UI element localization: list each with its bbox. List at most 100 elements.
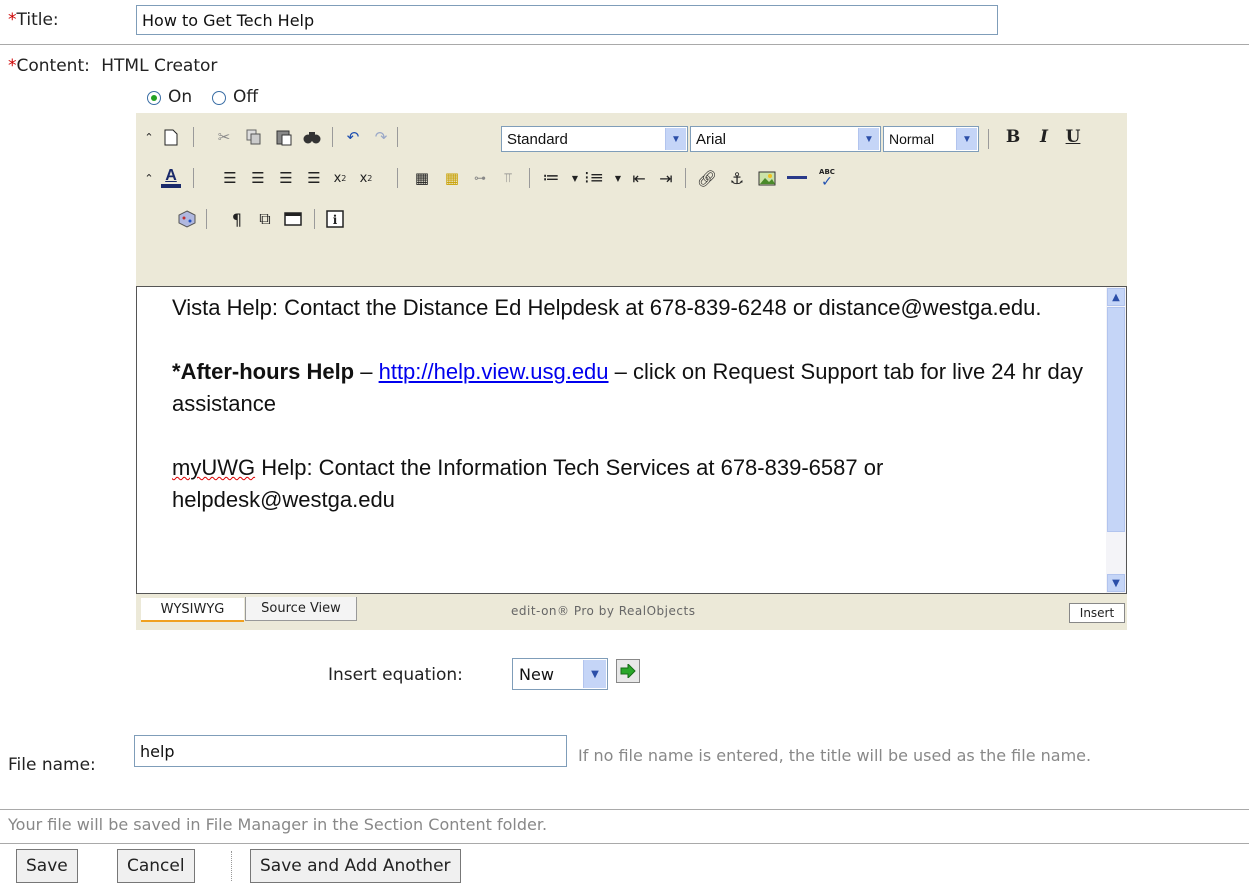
divider (332, 127, 333, 147)
divider (206, 209, 207, 229)
insert-row-icon[interactable]: ⊶ (469, 167, 491, 189)
style-select-value: Standard (507, 131, 568, 148)
required-marker: * (8, 10, 17, 30)
properties-icon[interactable]: ⧉ (254, 208, 276, 230)
myuwg-paragraph: myUWG Help: Contact the Information Tech… (172, 452, 1087, 516)
file-name-input[interactable] (134, 735, 567, 767)
numbered-list-icon[interactable]: ⁝≡ (583, 167, 605, 189)
content-label-text: Content: (16, 56, 90, 76)
toolbar-row-1: ⌃ ✂ ↶ ↷ Standard ▼ Arial ▼ Normal ▼ B I … (136, 126, 1127, 166)
title-input[interactable] (136, 5, 998, 35)
link-icon[interactable]: 🔗︎ (696, 167, 718, 189)
mode-off-label: Off (233, 87, 259, 107)
tab-wysiwyg[interactable]: WYSIWYG (141, 598, 244, 622)
insert-image-icon[interactable] (756, 167, 778, 189)
subscript-icon[interactable]: x2 (329, 167, 351, 189)
special-chars-icon[interactable] (176, 208, 198, 230)
collapse-toolbar-icon[interactable]: ⌃ (138, 126, 160, 148)
fullscreen-icon[interactable] (282, 208, 304, 230)
underline-button[interactable]: U (1062, 126, 1084, 148)
chevron-down-icon[interactable]: ▼ (583, 660, 606, 688)
align-right-icon[interactable]: ☰ (275, 167, 297, 189)
mode-off-radio[interactable] (212, 91, 226, 105)
chevron-down-icon[interactable]: ▼ (665, 128, 686, 150)
scroll-up-icon[interactable]: ▲ (1107, 288, 1125, 306)
misspelled-word: myUWG (172, 455, 256, 480)
vista-help-text: Vista Help: Contact the Distance Ed Help… (172, 295, 1042, 320)
undo-icon[interactable]: ↶ (342, 126, 364, 148)
tab-source-view[interactable]: Source View (245, 597, 357, 621)
size-select[interactable]: Normal ▼ (883, 126, 979, 152)
collapse-toolbar-icon[interactable]: ⌃ (138, 167, 160, 189)
italic-button[interactable]: I (1033, 126, 1055, 148)
equation-select[interactable]: New ▼ (512, 658, 608, 690)
mode-on-label: On (168, 87, 193, 107)
outdent-icon[interactable]: ⇤ (628, 167, 650, 189)
style-select[interactable]: Standard ▼ (501, 126, 688, 152)
arrow-right-icon (620, 664, 636, 678)
asterisk-text: * (172, 359, 181, 384)
chevron-down-icon[interactable]: ▼ (956, 128, 977, 150)
table-properties-icon[interactable]: ▦ (441, 167, 463, 189)
align-center-icon[interactable]: ☰ (247, 167, 269, 189)
file-name-hint: If no file name is entered, the title wi… (578, 746, 1092, 765)
info-icon[interactable]: i (324, 208, 346, 230)
insert-equation-button[interactable] (616, 659, 640, 683)
superscript-icon[interactable]: x2 (355, 167, 377, 189)
justify-icon[interactable]: ☰ (303, 167, 325, 189)
paragraph-icon[interactable]: ¶ (226, 208, 248, 230)
save-button[interactable]: Save (16, 849, 78, 883)
vertical-scrollbar[interactable]: ▲ ▼ (1106, 287, 1126, 593)
insert-mode-indicator: Insert (1069, 603, 1125, 623)
anchor-icon[interactable]: ⚓︎ (726, 167, 748, 189)
divider (988, 129, 989, 149)
chevron-down-icon[interactable]: ▼ (607, 167, 629, 189)
align-left-icon[interactable]: ☰ (219, 167, 241, 189)
divider (397, 127, 398, 147)
myuwg-help-text: Help: Contact the Information Tech Servi… (172, 455, 884, 512)
divider (0, 44, 1249, 45)
horizontal-rule-icon[interactable] (786, 167, 808, 189)
indent-icon[interactable]: ⇥ (655, 167, 677, 189)
paste-icon[interactable] (273, 126, 295, 148)
font-color-icon[interactable]: A (160, 167, 182, 189)
spellcheck-icon[interactable]: ABC ✓ (816, 167, 838, 189)
copy-icon[interactable] (243, 126, 265, 148)
html-editor: ⌃ ✂ ↶ ↷ Standard ▼ Arial ▼ Normal ▼ B I … (136, 113, 1127, 630)
divider (231, 851, 233, 881)
divider (0, 843, 1249, 844)
scroll-down-icon[interactable]: ▼ (1107, 574, 1125, 592)
help-link[interactable]: http://help.view.usg.edu (379, 359, 609, 384)
equation-label: Insert equation: (328, 665, 463, 685)
bold-button[interactable]: B (1002, 126, 1024, 148)
chevron-down-icon[interactable]: ▼ (858, 128, 879, 150)
table-icon[interactable]: ▦ (411, 167, 433, 189)
divider (0, 809, 1249, 810)
after-hours-heading: After-hours Help (180, 359, 355, 384)
equation-select-value: New (519, 665, 554, 684)
divider (193, 127, 194, 147)
scrollbar-thumb[interactable] (1107, 307, 1125, 532)
vista-help-paragraph: Vista Help: Contact the Distance Ed Help… (172, 292, 1087, 324)
find-icon[interactable] (301, 126, 323, 148)
toolbar-row-2: ⌃ A ☰ ☰ ☰ ☰ x2 x2 ▦ ▦ ⊶ ⫪ ≔ ▼ ⁝≡ ▼ ⇤ ⇥ 🔗… (136, 167, 1127, 207)
cancel-button[interactable]: Cancel (117, 849, 195, 883)
cut-icon[interactable]: ✂ (213, 126, 235, 148)
svg-text:i: i (333, 213, 338, 227)
editor-tab-bar: WYSIWYG Source View edit-on® Pro by Real… (136, 594, 1127, 630)
html-creator-label: HTML Creator (101, 56, 218, 76)
divider (685, 168, 686, 188)
divider (193, 168, 194, 188)
insert-column-icon[interactable]: ⫪ (497, 167, 519, 189)
new-document-icon[interactable] (160, 126, 182, 148)
editor-text: Vista Help: Contact the Distance Ed Help… (172, 292, 1087, 548)
editor-content-area[interactable]: Vista Help: Contact the Distance Ed Help… (136, 286, 1127, 594)
redo-icon[interactable]: ↷ (370, 126, 392, 148)
font-select[interactable]: Arial ▼ (690, 126, 881, 152)
divider (529, 168, 530, 188)
save-and-add-another-button[interactable]: Save and Add Another (250, 849, 461, 883)
bullet-list-icon[interactable]: ≔ (540, 167, 562, 189)
font-select-value: Arial (696, 131, 727, 148)
save-note: Your file will be saved in File Manager … (8, 815, 548, 834)
mode-on-radio[interactable] (147, 91, 161, 105)
